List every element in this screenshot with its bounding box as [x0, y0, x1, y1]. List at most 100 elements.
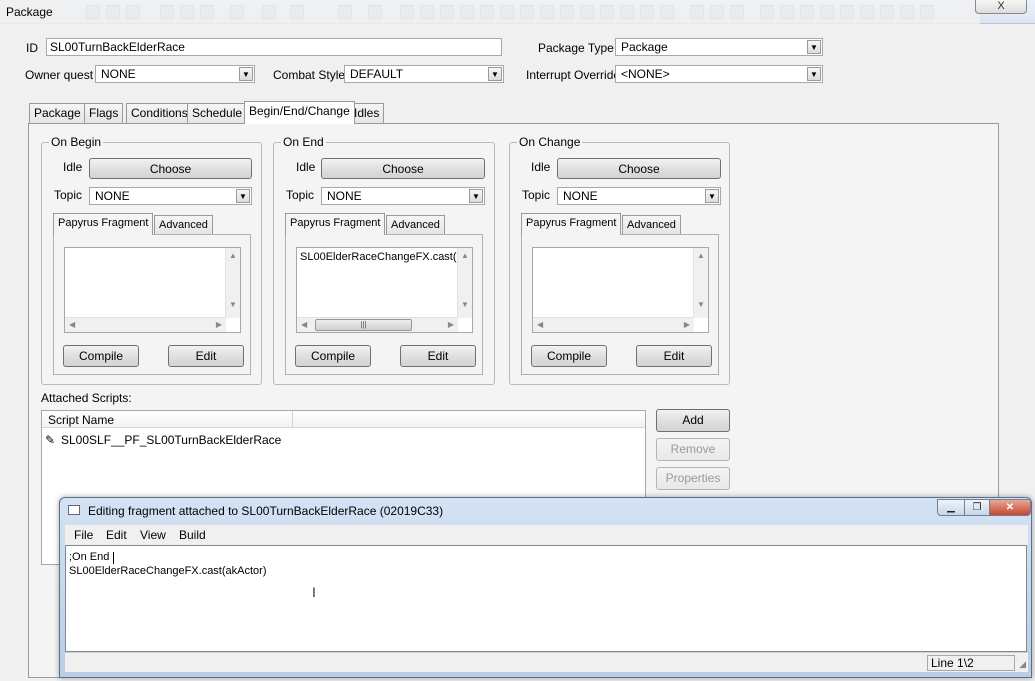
fragment-pane: SL00ElderRaceChangeFX.cast(a ▲ ▼ ◀ ||| ▶ Co…	[285, 234, 483, 375]
tab-flags[interactable]: Flags	[84, 103, 124, 124]
idle-label: Idle	[531, 160, 551, 174]
tab-advanced[interactable]: Advanced	[386, 215, 445, 235]
owner-quest-select[interactable]: NONE ▼	[95, 65, 255, 83]
on-change-group: On Change Idle Choose Topic NONE ▼ Papyru…	[509, 135, 730, 385]
tab-papyrus-fragment[interactable]: Papyrus Fragment	[53, 213, 154, 235]
fragment-editor[interactable]: ▲ ▼ ◀ ▶	[64, 247, 241, 333]
text-caret	[113, 552, 114, 564]
topic-select[interactable]: NONE ▼	[321, 187, 485, 205]
compile-button[interactable]: Compile	[295, 345, 371, 367]
interrupt-override-select[interactable]: <NONE> ▼	[615, 65, 823, 83]
horizontal-scrollbar[interactable]: ◀ ▶	[533, 317, 694, 332]
topic-select[interactable]: NONE ▼	[557, 187, 721, 205]
creation-kit-screen: Package X ID SL00TurnBackElderRace Packa…	[0, 0, 1035, 681]
attached-scripts-label: Attached Scripts:	[41, 391, 132, 405]
column-script-name[interactable]: Script Name	[48, 413, 114, 427]
tab-conditions[interactable]: Conditions	[126, 103, 193, 124]
on-change-title: On Change	[517, 135, 583, 149]
vertical-scrollbar[interactable]: ▲ ▼	[225, 248, 240, 318]
menu-build[interactable]: Build	[179, 528, 206, 542]
id-field[interactable]: SL00TurnBackElderRace	[46, 38, 502, 56]
combat-style-label: Combat Style	[273, 68, 346, 82]
on-end-title: On End	[281, 135, 326, 149]
owner-quest-label: Owner quest	[25, 68, 94, 82]
code-line: ;On End	[69, 551, 110, 563]
tab-papyrus-fragment[interactable]: Papyrus Fragment	[285, 213, 386, 235]
combat-style-value: DEFAULT	[350, 67, 404, 81]
horizontal-scrollbar[interactable]: ◀ ||| ▶	[297, 317, 458, 332]
topic-label: Topic	[522, 188, 551, 202]
owner-quest-value: NONE	[101, 67, 136, 81]
topic-label: Topic	[54, 188, 83, 202]
add-script-button[interactable]: Add	[656, 409, 730, 432]
script-text-area[interactable]: ;On End SL00ElderRaceChangeFX.cast(akAct…	[65, 545, 1027, 652]
edit-button[interactable]: Edit	[168, 345, 244, 367]
compile-button[interactable]: Compile	[531, 345, 607, 367]
choose-idle-button[interactable]: Choose	[89, 158, 252, 179]
package-type-select[interactable]: Package ▼	[615, 38, 823, 56]
chevron-down-icon: ▼	[705, 189, 719, 203]
tab-begin-end-change[interactable]: Begin/End/Change	[244, 101, 355, 124]
vertical-scrollbar[interactable]: ▲ ▼	[693, 248, 708, 318]
choose-idle-button[interactable]: Choose	[557, 158, 721, 179]
text-cursor-icon: I	[312, 584, 316, 600]
package-type-value: Package	[621, 40, 668, 54]
chevron-down-icon: ▼	[807, 67, 821, 81]
code-line: SL00ElderRaceChangeFX.cast(akActor)	[69, 565, 267, 577]
idle-label: Idle	[296, 160, 316, 174]
column-divider[interactable]	[292, 411, 293, 427]
chevron-down-icon: ▼	[488, 67, 502, 81]
interrupt-override-value: <NONE>	[621, 67, 670, 81]
choose-idle-button[interactable]: Choose	[321, 158, 485, 179]
tab-schedule[interactable]: Schedule	[187, 103, 248, 124]
on-begin-group: On Begin Idle Choose Topic NONE ▼ Papyrus…	[41, 135, 262, 385]
tab-advanced[interactable]: Advanced	[154, 215, 213, 235]
topic-label: Topic	[286, 188, 315, 202]
edit-button[interactable]: Edit	[400, 345, 476, 367]
script-icon: ✎	[45, 433, 56, 447]
horizontal-scrollbar[interactable]: ◀ ▶	[65, 317, 226, 332]
idle-label: Idle	[63, 160, 83, 174]
topic-value: NONE	[95, 189, 130, 203]
interrupt-override-label: Interrupt Override	[526, 68, 621, 82]
maximize-icon[interactable]: ❐	[964, 499, 990, 516]
tab-papyrus-fragment[interactable]: Papyrus Fragment	[521, 213, 622, 235]
fragment-pane: ▲ ▼ ◀ ▶ Compile Edit	[521, 234, 719, 375]
chevron-down-icon: ▼	[236, 189, 250, 203]
line-status: Line 1\2	[927, 655, 1015, 671]
menu-view[interactable]: View	[140, 528, 166, 542]
topic-value: NONE	[327, 189, 362, 203]
list-header: Script Name	[42, 411, 645, 428]
close-icon[interactable]: ✕	[989, 499, 1031, 516]
tab-package[interactable]: Package	[29, 103, 86, 124]
vertical-scrollbar[interactable]: ▲ ▼	[457, 248, 472, 318]
fragment-editor[interactable]: SL00ElderRaceChangeFX.cast(a ▲ ▼ ◀ ||| ▶	[296, 247, 473, 333]
fragment-editor[interactable]: ▲ ▼ ◀ ▶	[532, 247, 709, 333]
edit-button[interactable]: Edit	[636, 345, 712, 367]
fragment-editor-dialog: Editing fragment attached to SL00TurnBac…	[59, 497, 1032, 678]
compile-button[interactable]: Compile	[63, 345, 139, 367]
topic-value: NONE	[563, 189, 598, 203]
fragment-code: SL00ElderRaceChangeFX.cast(a	[300, 251, 463, 263]
status-bar: Line 1\2 ◢	[65, 652, 1028, 672]
properties-button[interactable]: Properties	[656, 467, 730, 490]
table-row[interactable]: ✎ SL00SLF__PF_SL00TurnBackElderRace	[45, 433, 281, 449]
on-begin-title: On Begin	[49, 135, 104, 149]
scroll-thumb[interactable]: |||	[315, 319, 412, 331]
menu-bar: File Edit View Build	[65, 525, 1028, 545]
minimize-icon[interactable]: ▁	[937, 499, 965, 516]
on-end-group: On End Idle Choose Topic NONE ▼ Papyrus F…	[273, 135, 495, 385]
close-button[interactable]: X	[975, 0, 1027, 14]
chevron-down-icon: ▼	[239, 67, 253, 81]
tab-advanced[interactable]: Advanced	[622, 215, 681, 235]
combat-style-select[interactable]: DEFAULT ▼	[344, 65, 504, 83]
chevron-down-icon: ▼	[469, 189, 483, 203]
resize-grip-icon[interactable]: ◢	[1019, 659, 1026, 670]
fragment-pane: ▲ ▼ ◀ ▶ Compile Edit	[53, 234, 251, 375]
topic-select[interactable]: NONE ▼	[89, 187, 252, 205]
window-icon	[68, 505, 80, 515]
menu-edit[interactable]: Edit	[106, 528, 127, 542]
package-titlebar	[0, 0, 980, 24]
menu-file[interactable]: File	[74, 528, 93, 542]
remove-script-button[interactable]: Remove	[656, 438, 730, 461]
